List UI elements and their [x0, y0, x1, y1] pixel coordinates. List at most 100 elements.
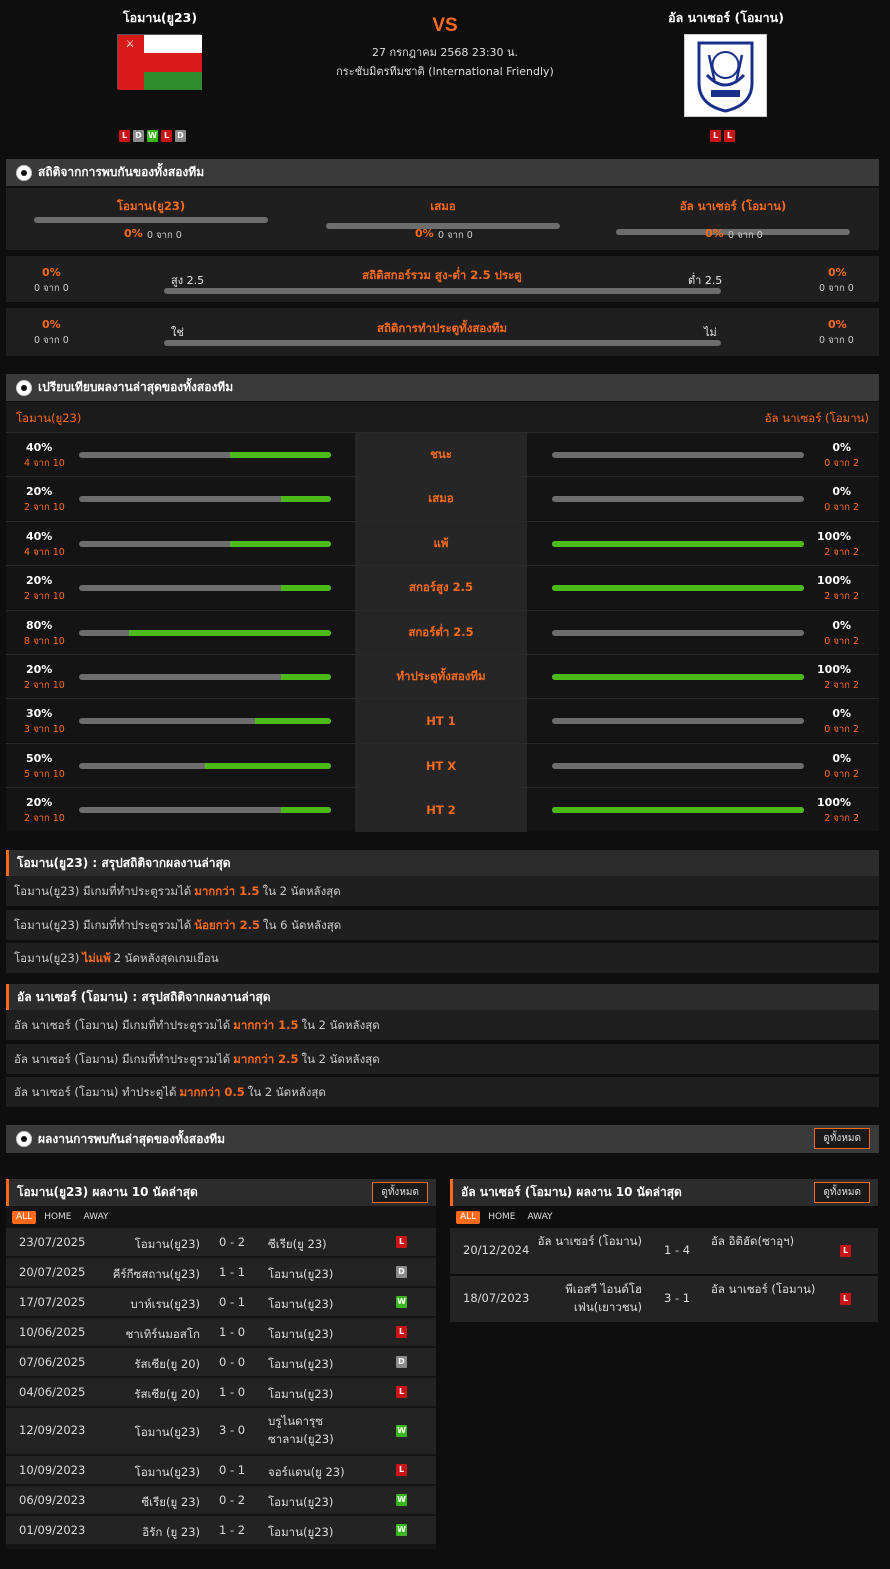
away-team[interactable]: อัล นาเซอร์ (โอมาน)	[711, 1280, 821, 1298]
soccer-ball-icon	[16, 379, 32, 396]
summary-text: โอมาน(ยู23)	[14, 951, 80, 965]
home-team[interactable]: อัล นาเซอร์ (โอมาน)	[532, 1232, 642, 1250]
home-table-view-all-button[interactable]: ดูทั้งหมด	[372, 1182, 428, 1203]
away-team[interactable]: โอมาน(ยู23)	[268, 1493, 378, 1511]
result-badge: W	[396, 1425, 407, 1437]
ou-right-pct: 0%	[828, 266, 847, 279]
away-pct: 100%	[817, 574, 851, 588]
away-team[interactable]: โอมาน(ยู23)	[268, 1355, 378, 1373]
away-count: 0 จาก 2	[824, 635, 859, 647]
away-team[interactable]: โอมาน(ยู23)	[268, 1523, 378, 1541]
away-count: 2 จาก 2	[824, 813, 859, 825]
away-team[interactable]: ซีเรีย(ยู 23)	[268, 1235, 378, 1253]
away-bar-fill	[552, 585, 804, 592]
match-date: 10/06/2025	[19, 1325, 86, 1339]
summary-highlight: มากกว่า 2.5	[233, 1051, 299, 1066]
home-team[interactable]: ซีเรีย(ยู 23)	[90, 1493, 200, 1511]
summary-suffix: ใน 2 นัดหลังสุด	[247, 1085, 326, 1099]
away-count: 0 จาก 2	[824, 502, 859, 514]
away-form: LL	[710, 130, 735, 142]
summary-line: อัล นาเซอร์ (โอมาน) มีเกมที่ทำประตูรวมได…	[6, 1043, 879, 1074]
summary-text: อัล นาเซอร์ (โอมาน) มีเกมที่ทำประตูรวมได…	[14, 1018, 231, 1032]
score[interactable]: 1 - 0	[219, 1325, 245, 1339]
summary-text: อัล นาเซอร์ (โอมาน) ทำประตูได้	[14, 1085, 177, 1099]
compare-row: 40% 4 จาก 10 ชนะ 0% 0 จาก 2	[6, 432, 879, 477]
tab-home[interactable]: HOME	[484, 1211, 519, 1224]
home-team[interactable]: รัสเซีย(ยู 20)	[90, 1355, 200, 1373]
compare-title: เปรียบเทียบผลงานล่าสุดของทั้งสองทีม	[38, 380, 234, 394]
summary-highlight: ไม่แพ้	[82, 951, 111, 965]
tab-all[interactable]: ALL	[12, 1211, 37, 1224]
away-team[interactable]: โอมาน(ยู23)	[268, 1265, 378, 1283]
home-bar	[79, 674, 331, 680]
score[interactable]: 3 - 0	[219, 1423, 245, 1437]
home-team[interactable]: ชาเทิร์นมอสโก	[90, 1325, 200, 1343]
away-bar	[552, 496, 804, 503]
stat-label: ทำประตูทั้งสองทีม	[355, 655, 527, 699]
summary-away-header: อัล นาเซอร์ (โอมาน) : สรุปสถิติจากผลงานล…	[6, 984, 879, 1010]
home-team-name[interactable]: โอมาน(ยู23)	[60, 8, 260, 28]
home-team[interactable]: บาห์เรน(ยู23)	[90, 1295, 200, 1313]
home-team[interactable]: โอมาน(ยู23)	[90, 1235, 200, 1253]
score[interactable]: 3 - 1	[664, 1291, 690, 1305]
away-team[interactable]: โอมาน(ยู23)	[268, 1385, 378, 1403]
away-team[interactable]: โอมาน(ยู23)	[268, 1325, 378, 1343]
home-team[interactable]: พีเอสวี ไอนด์โฮ เฟ่น(เยาวชน)	[532, 1280, 642, 1316]
score[interactable]: 1 - 4	[664, 1243, 690, 1257]
away-team[interactable]: บรูไนดารุซ ซาลาม(ยู23)	[268, 1412, 378, 1448]
summary-suffix: 2 นัดหลังสุดเกมเยือน	[113, 951, 219, 965]
home-bar	[79, 585, 331, 592]
table-row: 20/12/2024 อัล นาเซอร์ (โอมาน) 1 - 4 อัล อิ…	[450, 1228, 878, 1274]
tab-home[interactable]: HOME	[40, 1211, 75, 1224]
score[interactable]: 0 - 2	[219, 1235, 245, 1249]
tab-away[interactable]: AWAY	[80, 1211, 113, 1224]
away-team[interactable]: โอมาน(ยู23)	[268, 1295, 378, 1313]
summary-line: โอมาน(ยู23) ไม่แพ้ 2 นัดหลังสุดเกมเยือน	[6, 943, 879, 973]
match-date: 04/06/2025	[19, 1385, 86, 1399]
home-pct: 20%	[26, 796, 53, 810]
compare-row: 20% 2 จาก 10 HT 2 100% 2 จาก 2	[6, 787, 879, 833]
score[interactable]: 0 - 1	[219, 1295, 245, 1309]
home-count: 8 จาก 10	[24, 635, 65, 647]
summary-highlight: มากกว่า 1.5	[194, 884, 260, 898]
away-team[interactable]: จอร์แดน(ยู 23)	[268, 1463, 378, 1481]
recent-title: ผลงานการพบกันล่าสุดของทั้งสองทีม	[38, 1131, 226, 1146]
away-team-name[interactable]: อัล นาเซอร์ (โอมาน)	[626, 8, 826, 28]
home-table-header: โอมาน(ยู23) ผลงาน 10 นัดล่าสุด ดูทั้งหมด	[6, 1179, 436, 1206]
away-table-view-all-button[interactable]: ดูทั้งหมด	[814, 1182, 870, 1203]
summary-highlight: มากกว่า 1.5	[233, 1018, 299, 1032]
summary-highlight: น้อยกว่า 2.5	[194, 917, 261, 932]
h2h-draw-label: เสมอ	[430, 199, 456, 213]
home-team[interactable]: อิรัก (ยู 23)	[90, 1523, 200, 1541]
score[interactable]: 0 - 0	[219, 1355, 245, 1369]
score[interactable]: 1 - 0	[219, 1385, 245, 1399]
result-badge: W	[396, 1524, 407, 1536]
match-date: 18/07/2023	[463, 1291, 530, 1305]
away-pct: 100%	[817, 663, 851, 676]
score[interactable]: 1 - 1	[219, 1265, 245, 1279]
tab-away[interactable]: AWAY	[524, 1211, 557, 1224]
home-team[interactable]: โอมาน(ยู23)	[90, 1423, 200, 1441]
away-bar	[552, 807, 804, 814]
vs-label: VS	[432, 15, 458, 36]
score[interactable]: 1 - 2	[219, 1523, 245, 1537]
away-count: 2 จาก 2	[824, 680, 859, 691]
away-team[interactable]: อัล อิติฮัด(ซาอุฯ)	[711, 1232, 821, 1250]
recent-view-all-button[interactable]: ดูทั้งหมด	[814, 1128, 870, 1149]
home-team[interactable]: คีร์กีซสถาน(ยู23)	[90, 1265, 200, 1283]
home-team[interactable]: รัสเซีย(ยู 20)	[90, 1385, 200, 1403]
table-row: 06/09/2023 ซีเรีย(ยู 23) 0 - 2 โอมาน(ยู23) W	[6, 1486, 436, 1514]
score[interactable]: 0 - 1	[219, 1463, 245, 1477]
match-date: 20/07/2025	[19, 1265, 86, 1279]
score[interactable]: 0 - 2	[219, 1493, 245, 1507]
btts-left-of: 0 จาก 0	[34, 335, 69, 346]
away-bar-fill	[552, 674, 804, 680]
home-team[interactable]: โอมาน(ยู23)	[90, 1463, 200, 1481]
result-badge: D	[396, 1266, 407, 1278]
compare-row: 20% 2 จาก 10 เสมอ 0% 0 จาก 2	[6, 476, 879, 522]
result-badge: L	[396, 1464, 407, 1476]
match-header: โอมาน(ยู23) ⚔ LDWLD VS 27 กรกฎาคม 2568 2…	[0, 0, 890, 150]
summary-line: โอมาน(ยู23) มีเกมที่ทำประตูรวมได้ มากกว่า…	[6, 876, 879, 906]
tab-all[interactable]: ALL	[456, 1211, 481, 1224]
summary-text: โอมาน(ยู23) มีเกมที่ทำประตูรวมได้	[14, 917, 192, 932]
